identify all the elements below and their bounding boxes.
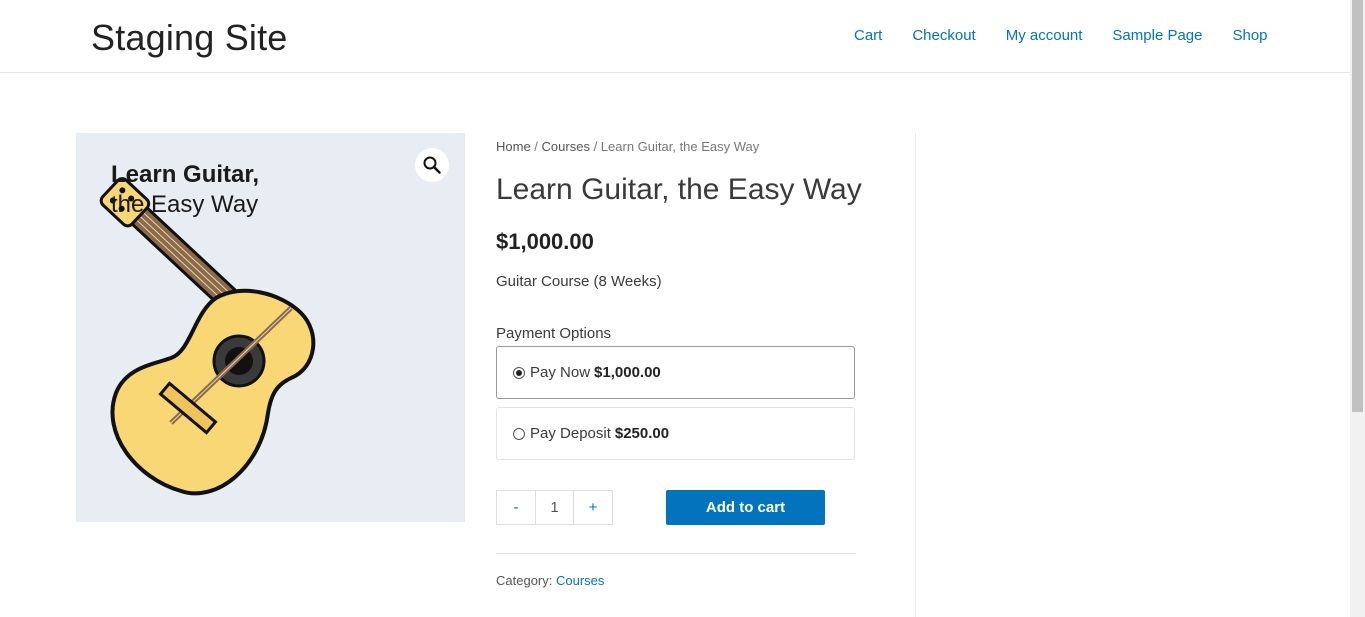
quantity-decrease-button[interactable]: - (497, 491, 535, 524)
pay-deposit-label: Pay Deposit (530, 425, 611, 442)
payment-options: Pay Now $1,000.00 Pay Deposit $250.00 (496, 346, 856, 460)
product-title: Learn Guitar, the Easy Way (496, 173, 862, 206)
pay-now-label: Pay Now (530, 364, 591, 381)
image-title-line2: the Easy Way (111, 191, 259, 218)
page-scrollbar[interactable] (1350, 0, 1365, 617)
zoom-button[interactable] (415, 148, 449, 182)
nav-item-my-account[interactable]: My account (1006, 27, 1083, 44)
meta-divider (496, 553, 855, 554)
site-title[interactable]: Staging Site (91, 17, 288, 59)
sidebar-divider (915, 133, 916, 617)
product-short-description: Guitar Course (8 Weeks) (496, 273, 662, 290)
pay-deposit-amount: $250.00 (614, 425, 670, 442)
pay-now-radio[interactable] (513, 366, 525, 379)
payment-options-label: Payment Options (496, 325, 612, 342)
nav-item-shop[interactable]: Shop (1232, 27, 1267, 44)
breadcrumb-home[interactable]: Home (496, 139, 531, 154)
add-to-cart-form: - 1 + Add to cart (496, 490, 856, 526)
image-title-line1: Learn Guitar, (111, 161, 260, 188)
breadcrumb-separator: / (589, 139, 601, 154)
product-price: $1,000.00 (496, 229, 594, 254)
nav-item-sample-page[interactable]: Sample Page (1112, 27, 1202, 44)
nav-item-checkout[interactable]: Checkout (912, 27, 975, 44)
category-label: Category: (496, 573, 556, 588)
pay-deposit-radio[interactable] (513, 427, 525, 440)
primary-nav: Cart Checkout My account Sample Page Sho… (854, 27, 1268, 44)
product-image[interactable]: Learn Guitar, the Easy Way (76, 133, 465, 522)
breadcrumb-separator: / (530, 139, 542, 154)
category-link[interactable]: Courses (556, 573, 604, 588)
breadcrumb: Home / Courses / Learn Guitar, the Easy … (496, 139, 856, 154)
pay-now-amount: $1,000.00 (594, 364, 661, 381)
quantity-stepper: - 1 + (496, 490, 613, 525)
site-header: Staging Site Cart Checkout My account Sa… (0, 0, 1350, 73)
pay-now-option[interactable]: Pay Now $1,000.00 (496, 346, 855, 399)
quantity-increase-button[interactable]: + (574, 491, 612, 524)
add-to-cart-button[interactable]: Add to cart (666, 490, 825, 525)
magnifier-icon (423, 156, 441, 174)
breadcrumb-courses[interactable]: Courses (542, 139, 590, 154)
nav-item-cart[interactable]: Cart (854, 27, 882, 44)
scrollbar-thumb[interactable] (1352, 0, 1363, 412)
product-summary: Home / Courses / Learn Guitar, the Easy … (496, 133, 862, 588)
product-category: Category: Courses (496, 573, 856, 588)
pay-deposit-option[interactable]: Pay Deposit $250.00 (496, 407, 855, 460)
quantity-input[interactable]: 1 (535, 491, 574, 524)
breadcrumb-current: Learn Guitar, the Easy Way (600, 139, 760, 154)
